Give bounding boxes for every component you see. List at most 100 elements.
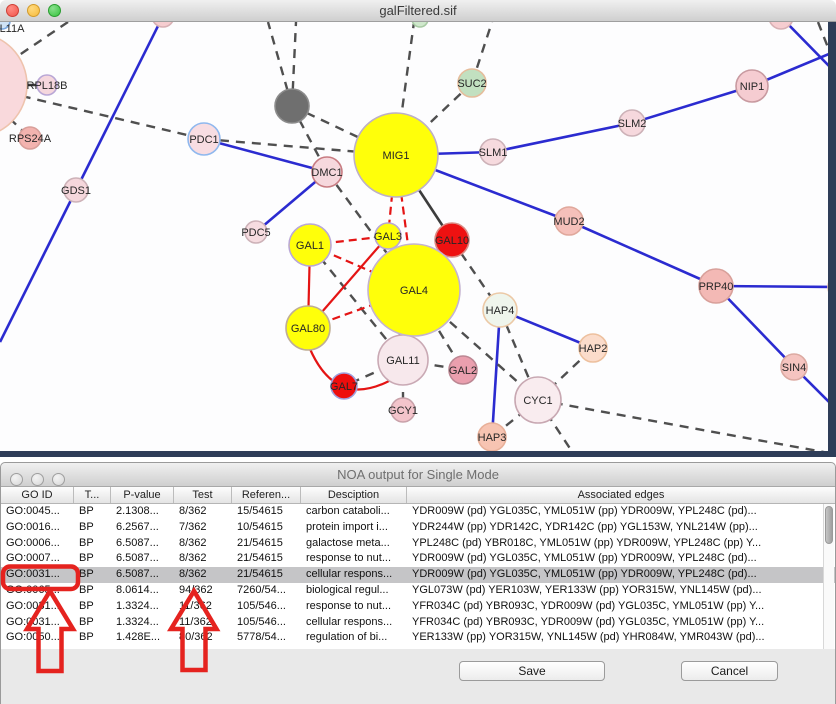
edge-pp (204, 139, 327, 172)
table-cell: GO:0006... (1, 536, 74, 552)
table-cell: BP (74, 504, 111, 520)
table-cell: GO:0065... (1, 583, 74, 599)
table-cell: 2.1308... (111, 504, 174, 520)
table-cell: GO:0031... (1, 615, 74, 631)
scrollbar-thumb[interactable] (825, 506, 833, 544)
table-cell: 80/362 (174, 630, 232, 646)
table-cell: YDR244W (pp) YDR142C, YDR142C (pp) YGL15… (407, 520, 835, 536)
table-cell: YGL073W (pd) YER103W, YER133W (pp) YOR31… (407, 583, 835, 599)
node-label-cyc1: CYC1 (523, 395, 552, 407)
column-header-1[interactable]: T... (74, 487, 111, 503)
table-cell: 8/362 (174, 536, 232, 552)
node-label-gal10: GAL10 (435, 235, 469, 247)
table-cell: 8/362 (174, 551, 232, 567)
node-label-sin4: SIN4 (782, 362, 806, 374)
screen: L11ARPL18BRPS24AGDS1PDC1DMC1MIG1SUC2SLM1… (0, 0, 836, 704)
edge-pp (492, 310, 500, 437)
network-svg[interactable]: L11ARPL18BRPS24AGDS1PDC1DMC1MIG1SUC2SLM1… (0, 22, 829, 451)
table-cell: galactose meta... (301, 536, 407, 552)
edge-pp (632, 86, 752, 123)
table-row-6[interactable]: GO:0031...BP1.3324...11/362105/546...res… (1, 599, 835, 615)
table-body: GO:0045...BP2.1308...8/36215/54615carbon… (1, 504, 835, 649)
node-label-gds1: GDS1 (61, 185, 91, 197)
graph-window-titlebar[interactable]: galFiltered.sif (0, 0, 836, 22)
node-label-gal7: GAL7 (330, 381, 358, 393)
window-edge-bottom (0, 451, 836, 457)
table-cell: 21/54615 (232, 536, 301, 552)
table-cell: 94/362 (174, 583, 232, 599)
node-label-mud2: MUD2 (553, 216, 584, 228)
node-gray[interactable] (275, 89, 309, 123)
table-cell: 6.5087... (111, 536, 174, 552)
table-cell: BP (74, 630, 111, 646)
node-label-hap2: HAP2 (579, 343, 608, 355)
table-cell: 1.3324... (111, 615, 174, 631)
node-cut3[interactable] (769, 22, 793, 29)
node-label-slm1: SLM1 (479, 147, 508, 159)
node-cut1[interactable] (152, 22, 174, 27)
table-cell: biological regul... (301, 583, 407, 599)
save-button[interactable]: Save (459, 661, 605, 681)
column-header-5[interactable]: Desciption (301, 487, 407, 503)
table-cell: YDR009W (pd) YGL035C, YML051W (pp) YDR00… (407, 551, 835, 567)
table-cell: 8.0614... (111, 583, 174, 599)
table-row-5[interactable]: GO:0065...BP8.0614...94/3627260/54...bio… (1, 583, 835, 599)
node-label-suc2: SUC2 (457, 78, 486, 90)
table-cell: YDR009W (pd) YGL035C, YML051W (pp) YDR00… (407, 567, 835, 583)
edge-pp (76, 22, 163, 190)
table-row-1[interactable]: GO:0016...BP6.2567...7/36210/54615protei… (1, 520, 835, 536)
node-label-nip1: NIP1 (740, 81, 764, 93)
node-label-gal11: GAL11 (386, 355, 419, 367)
table-cell: YFR034C (pd) YBR093C, YDR009W (pd) YGL03… (407, 615, 835, 631)
graph-window: L11ARPL18BRPS24AGDS1PDC1DMC1MIG1SUC2SLM1… (0, 0, 836, 457)
table-cell: cellular respons... (301, 567, 407, 583)
table-cell: GO:0007... (1, 551, 74, 567)
column-header-6[interactable]: Associated edges (407, 487, 835, 503)
node-label-gcy1: GCY1 (388, 405, 418, 417)
node-label-gal1: GAL1 (296, 240, 324, 252)
node-label-pdc1: PDC1 (189, 134, 218, 146)
table-cell: GO:0045... (1, 504, 74, 520)
table-cell: 105/546... (232, 599, 301, 615)
column-header-3[interactable]: Test (174, 487, 232, 503)
table-row-0[interactable]: GO:0045...BP2.1308...8/36215/54615carbon… (1, 504, 835, 520)
scrollbar[interactable] (823, 504, 834, 649)
graph-window-title: galFiltered.sif (0, 3, 836, 18)
network-canvas[interactable]: L11ARPL18BRPS24AGDS1PDC1DMC1MIG1SUC2SLM1… (0, 22, 829, 451)
noa-window: NOA output for Single Mode GO IDT...P-va… (0, 462, 836, 704)
table-cell: 6.5087... (111, 551, 174, 567)
node-label-gal3: GAL3 (374, 231, 402, 243)
edge-pp (493, 123, 632, 152)
table-row-8[interactable]: GO:0050...BP1.428E...80/3625778/54...reg… (1, 630, 835, 646)
table-cell: 11/362 (174, 615, 232, 631)
node-label-hap4: HAP4 (486, 305, 515, 317)
table-row-7[interactable]: GO:0031...BP1.3324...11/362105/546...cel… (1, 615, 835, 631)
node-label-gal4: GAL4 (400, 285, 428, 297)
table-cell: regulation of bi... (301, 630, 407, 646)
edge-dash (538, 400, 829, 451)
cancel-button[interactable]: Cancel (681, 661, 778, 681)
node-label-hap3: HAP3 (478, 432, 507, 444)
node-label-gal2: GAL2 (449, 365, 477, 377)
table-cell: 1.3324... (111, 599, 174, 615)
node-label-rps24a: RPS24A (9, 133, 52, 145)
table-cell: BP (74, 520, 111, 536)
table-cell: GO:0016... (1, 520, 74, 536)
column-header-0[interactable]: GO ID (1, 487, 74, 503)
table-cell: YDR009W (pd) YGL035C, YML051W (pp) YDR00… (407, 504, 835, 520)
table-cell: BP (74, 599, 111, 615)
table-cell: 7260/54... (232, 583, 301, 599)
table-row-2[interactable]: GO:0006...BP6.5087...8/36221/54615galact… (1, 536, 835, 552)
noa-window-titlebar[interactable]: NOA output for Single Mode (1, 463, 835, 487)
table-row-4[interactable]: GO:0031...BP6.5087...8/36221/54615cellul… (1, 567, 835, 583)
column-header-4[interactable]: Referen... (232, 487, 301, 503)
table-cell: 105/546... (232, 615, 301, 631)
table-cell: GO:0031... (1, 567, 74, 583)
table-cell: BP (74, 583, 111, 599)
table-cell: 11/362 (174, 599, 232, 615)
column-header-2[interactable]: P-value (111, 487, 174, 503)
table-cell: BP (74, 551, 111, 567)
table-row-3[interactable]: GO:0007...BP6.5087...8/36221/54615respon… (1, 551, 835, 567)
table-cell: GO:0031... (1, 599, 74, 615)
table-cell: carbon cataboli... (301, 504, 407, 520)
